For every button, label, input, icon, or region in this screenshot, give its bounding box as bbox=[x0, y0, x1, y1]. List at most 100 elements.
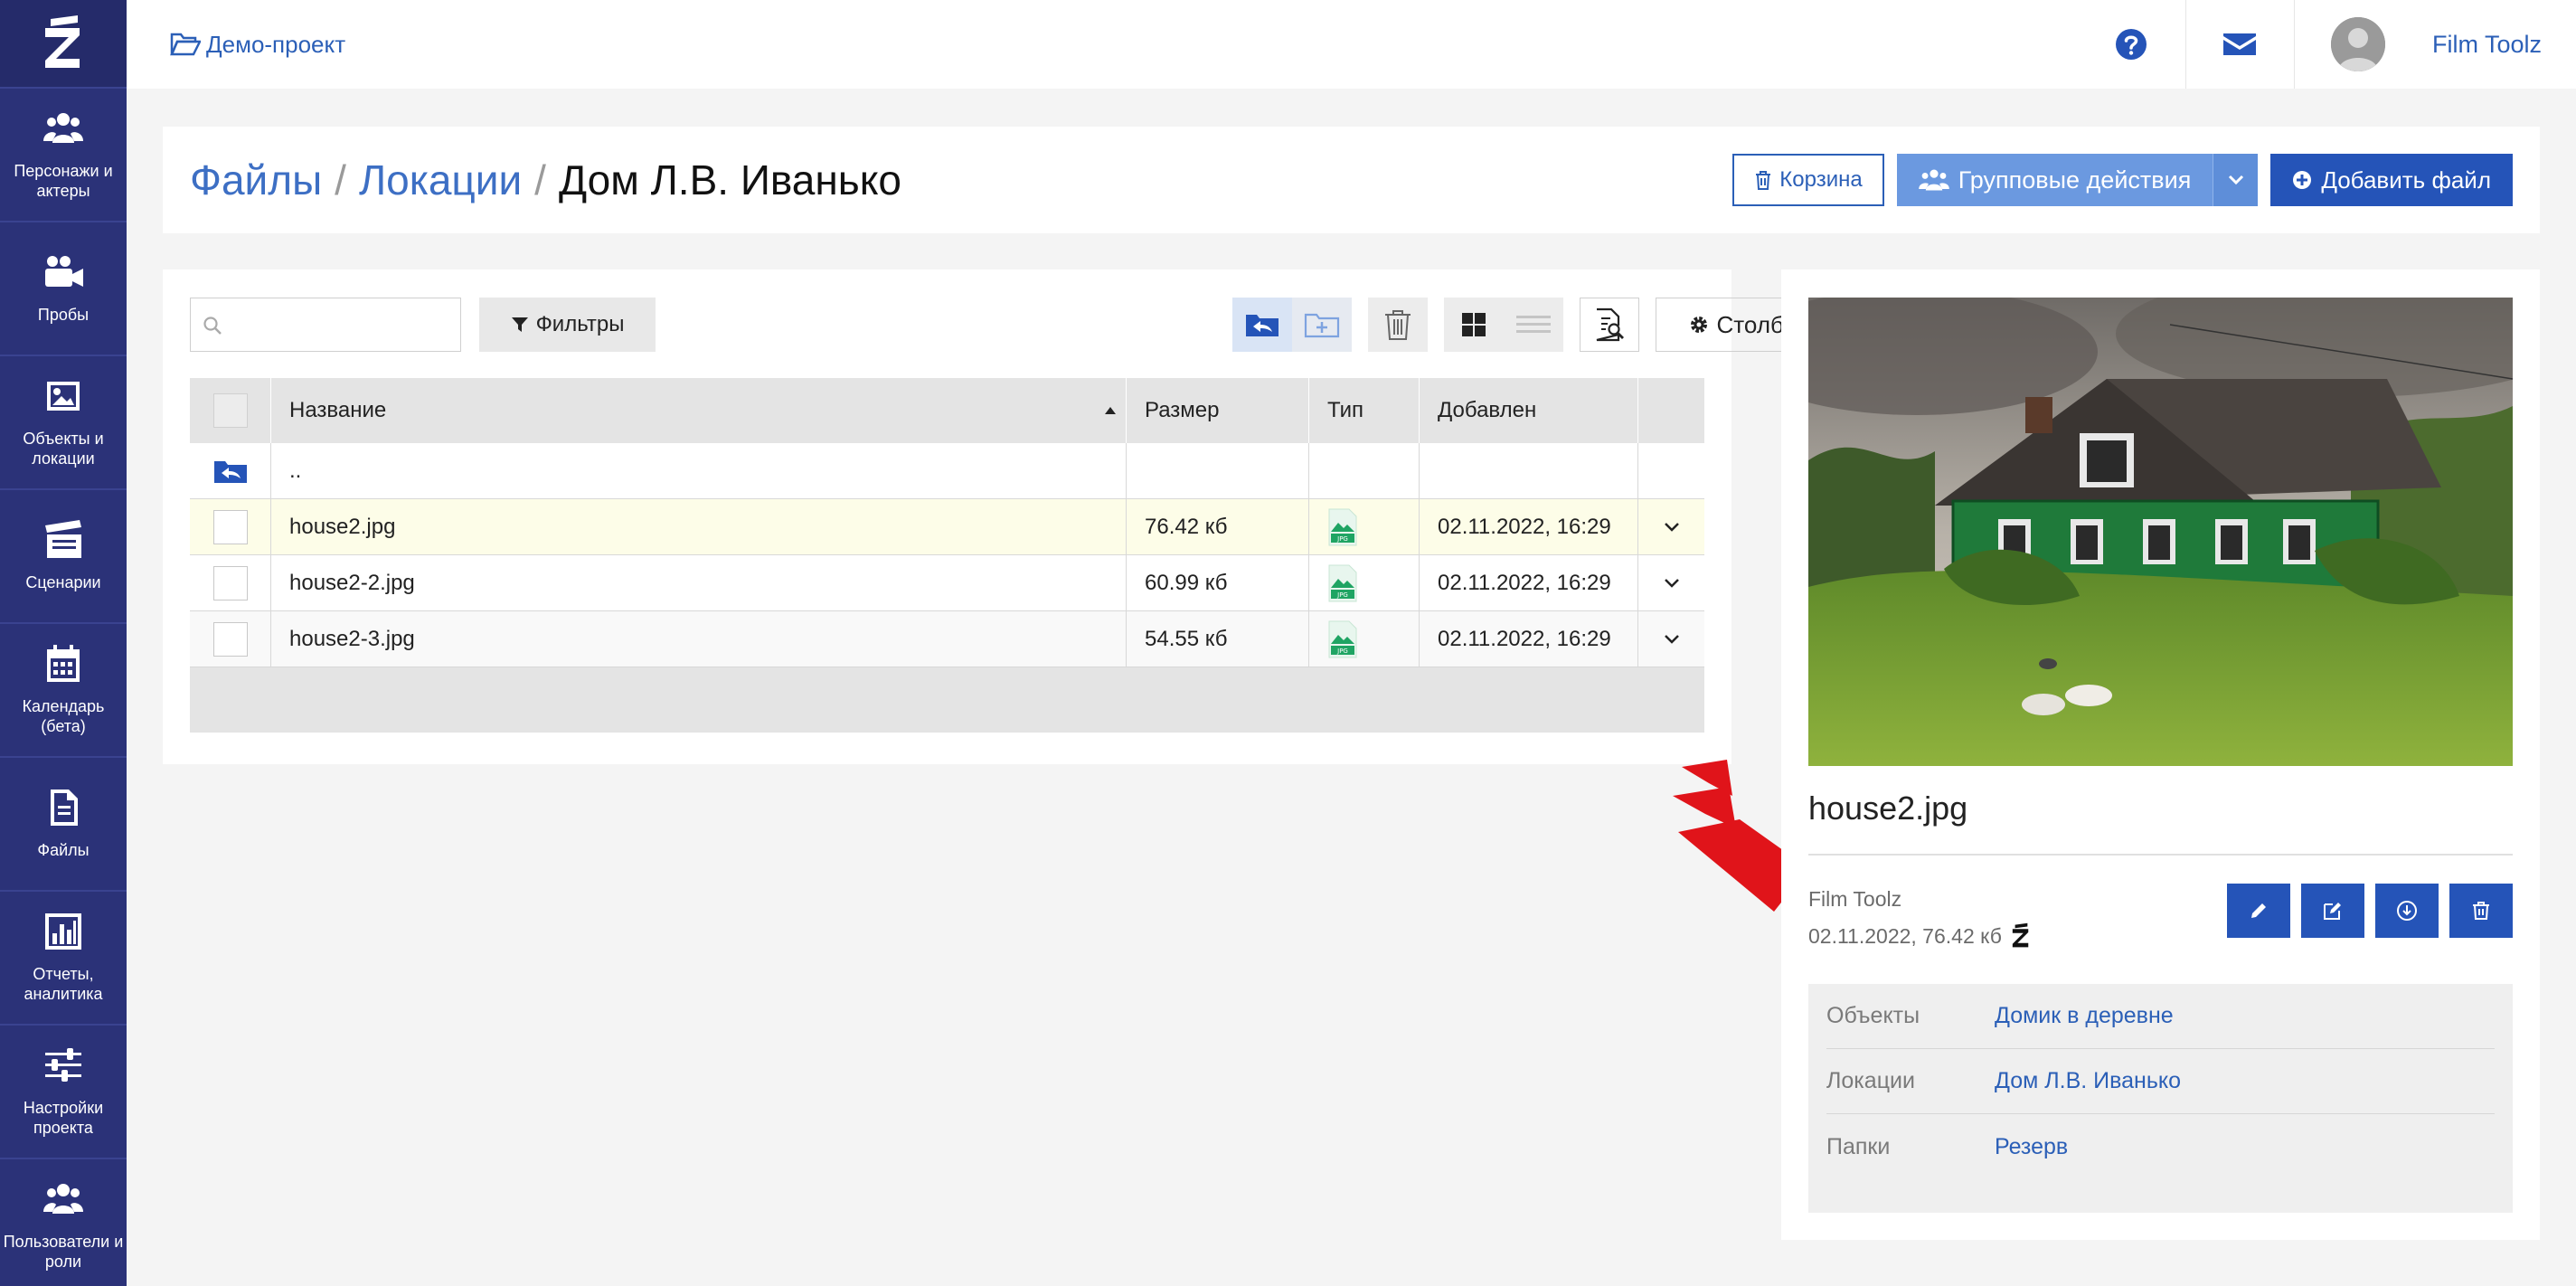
question-circle-icon bbox=[2115, 29, 2147, 60]
preview-meta: 02.11.2022, 76.42 кб bbox=[1808, 922, 2031, 950]
parent-folder-name[interactable]: .. bbox=[271, 443, 1127, 498]
sidebar-item-settings[interactable]: Настройки проекта bbox=[0, 1026, 127, 1159]
clapperboard-icon bbox=[45, 520, 81, 558]
breadcrumb-files[interactable]: Файлы bbox=[190, 156, 322, 204]
filters-button[interactable]: Фильтры bbox=[479, 298, 656, 352]
add-file-label: Добавить файл bbox=[2321, 165, 2491, 194]
property-row: Папки Резерв bbox=[1826, 1114, 2495, 1179]
empty-cell bbox=[1420, 443, 1638, 498]
file-name[interactable]: house2-2.jpg bbox=[271, 555, 1127, 610]
trash-icon bbox=[2473, 902, 2489, 920]
page-title: Дом Л.В. Иванько bbox=[558, 156, 901, 203]
house-photo-icon bbox=[1808, 298, 2513, 766]
file-added: 02.11.2022, 16:29 bbox=[1420, 555, 1638, 610]
file-type-cell: JPG bbox=[1309, 499, 1420, 554]
user-menu[interactable]: Film Toolz bbox=[2293, 0, 2576, 89]
file-name[interactable]: house2-3.jpg bbox=[271, 611, 1127, 667]
row-checkbox[interactable] bbox=[212, 621, 248, 657]
filter-icon bbox=[511, 317, 528, 332]
help-button[interactable] bbox=[2077, 0, 2185, 89]
search-field[interactable] bbox=[231, 306, 448, 344]
preview-toggle-button[interactable] bbox=[1580, 298, 1639, 352]
empty-cell bbox=[1127, 443, 1309, 498]
file-size: 76.42 кб bbox=[1127, 499, 1309, 554]
search-input[interactable] bbox=[190, 298, 461, 352]
table-row[interactable]: house2-2.jpg 60.99 кб JPG 02.11.2022, 16… bbox=[190, 555, 1704, 611]
table-row[interactable]: house2-3.jpg 54.55 кб JPG 02.11.2022, 16… bbox=[190, 611, 1704, 667]
property-value-link[interactable]: Домик в деревне bbox=[1995, 1003, 2174, 1029]
sidebar-item-label: Отчеты, аналитика bbox=[24, 965, 103, 1003]
sidebar-item-reports[interactable]: Отчеты, аналитика bbox=[0, 892, 127, 1026]
group-actions-button[interactable]: Групповые действия bbox=[1896, 154, 2259, 206]
search-icon bbox=[203, 317, 222, 335]
row-checkbox[interactable] bbox=[212, 565, 248, 600]
sidebar-item-files[interactable]: Файлы bbox=[0, 758, 127, 892]
file-size: 60.99 кб bbox=[1127, 555, 1309, 610]
project-selector[interactable]: Демо-проект bbox=[170, 31, 345, 59]
column-header-size[interactable]: Размер bbox=[1127, 378, 1309, 443]
app-logo[interactable] bbox=[0, 0, 127, 89]
edit-button[interactable] bbox=[2227, 884, 2290, 938]
row-menu-button[interactable] bbox=[1638, 499, 1704, 554]
property-value-link[interactable]: Резерв bbox=[1995, 1134, 2068, 1160]
new-folder-button[interactable] bbox=[1292, 298, 1352, 352]
download-button[interactable] bbox=[2375, 884, 2439, 938]
sidebar-item-auditions[interactable]: Пробы bbox=[0, 222, 127, 356]
edit-square-icon bbox=[2324, 903, 2341, 920]
table-row-parent[interactable]: .. bbox=[190, 443, 1704, 499]
folder-open-icon bbox=[170, 33, 201, 56]
column-header-name[interactable]: Название bbox=[271, 378, 1127, 443]
delete-file-button[interactable] bbox=[2449, 884, 2513, 938]
bar-chart-icon bbox=[45, 913, 81, 950]
messages-button[interactable] bbox=[2184, 0, 2294, 89]
sidebar-item-locations[interactable]: Объекты и локации bbox=[0, 356, 127, 490]
property-value-link[interactable]: Дом Л.В. Иванько bbox=[1995, 1068, 2181, 1094]
sort-asc-icon bbox=[1105, 407, 1116, 414]
row-select-cell bbox=[190, 611, 271, 667]
empty-cell bbox=[1309, 443, 1420, 498]
file-icon bbox=[51, 790, 78, 826]
group-actions-main[interactable]: Групповые действия bbox=[1896, 154, 2213, 206]
sidebar-item-label: Персонажи и актеры bbox=[14, 162, 113, 200]
delete-button[interactable] bbox=[1368, 298, 1428, 352]
breadcrumb-locations[interactable]: Локации bbox=[359, 156, 522, 204]
column-title: Размер bbox=[1145, 398, 1220, 422]
sidebar-item-scripts[interactable]: Сценарии bbox=[0, 490, 127, 624]
parent-folder-label: .. bbox=[289, 458, 302, 483]
row-menu-button[interactable] bbox=[1638, 555, 1704, 610]
file-name[interactable]: house2.jpg bbox=[271, 499, 1127, 554]
sidebar-item-users[interactable]: Пользователи и роли bbox=[0, 1159, 127, 1286]
calendar-icon bbox=[47, 645, 80, 682]
table-row[interactable]: house2.jpg 76.42 кб JPG 02.11.2022, 16:2… bbox=[190, 499, 1704, 555]
divider bbox=[1808, 854, 2513, 856]
group-actions-dropdown[interactable] bbox=[2213, 154, 2259, 206]
edit-details-button[interactable] bbox=[2301, 884, 2364, 938]
list-view-button[interactable] bbox=[1504, 298, 1563, 352]
list-icon bbox=[1516, 316, 1551, 333]
row-select-cell bbox=[190, 499, 271, 554]
column-header-type[interactable]: Тип bbox=[1309, 378, 1420, 443]
pencil-icon bbox=[2251, 903, 2266, 918]
sidebar-item-label: Файлы bbox=[37, 841, 90, 859]
preview-filename: house2.jpg bbox=[1808, 790, 1968, 827]
gear-icon bbox=[1690, 317, 1707, 333]
table-header: Название Размер Тип Добавлен bbox=[190, 378, 1704, 443]
user-name: Film Toolz bbox=[2431, 30, 2542, 58]
grid-view-button[interactable] bbox=[1444, 298, 1504, 352]
sidebar-item-label: Настройки проекта bbox=[23, 1099, 104, 1137]
preview-image[interactable] bbox=[1808, 298, 2513, 766]
column-header-added[interactable]: Добавлен bbox=[1420, 378, 1638, 443]
row-menu-button[interactable] bbox=[1638, 611, 1704, 667]
sidebar-item-calendar[interactable]: Календарь (бета) bbox=[0, 624, 127, 758]
up-folder-button[interactable] bbox=[1232, 298, 1292, 352]
row-checkbox[interactable] bbox=[212, 509, 248, 544]
property-key: Локации bbox=[1826, 1068, 1915, 1093]
trash-button[interactable]: Корзина bbox=[1732, 154, 1884, 206]
add-file-button[interactable]: Добавить файл bbox=[2270, 154, 2513, 206]
breadcrumb: Файлы / Локации / Дом Л.В. Иванько bbox=[190, 156, 901, 204]
sidebar: Персонажи и актеры Пробы Объекты и локац… bbox=[0, 0, 127, 1286]
select-all-checkbox[interactable] bbox=[212, 393, 248, 428]
sidebar-item-characters[interactable]: Персонажи и актеры bbox=[0, 89, 127, 222]
column-title: Название bbox=[289, 398, 387, 422]
sidebar-item-label: Сценарии bbox=[25, 573, 101, 591]
